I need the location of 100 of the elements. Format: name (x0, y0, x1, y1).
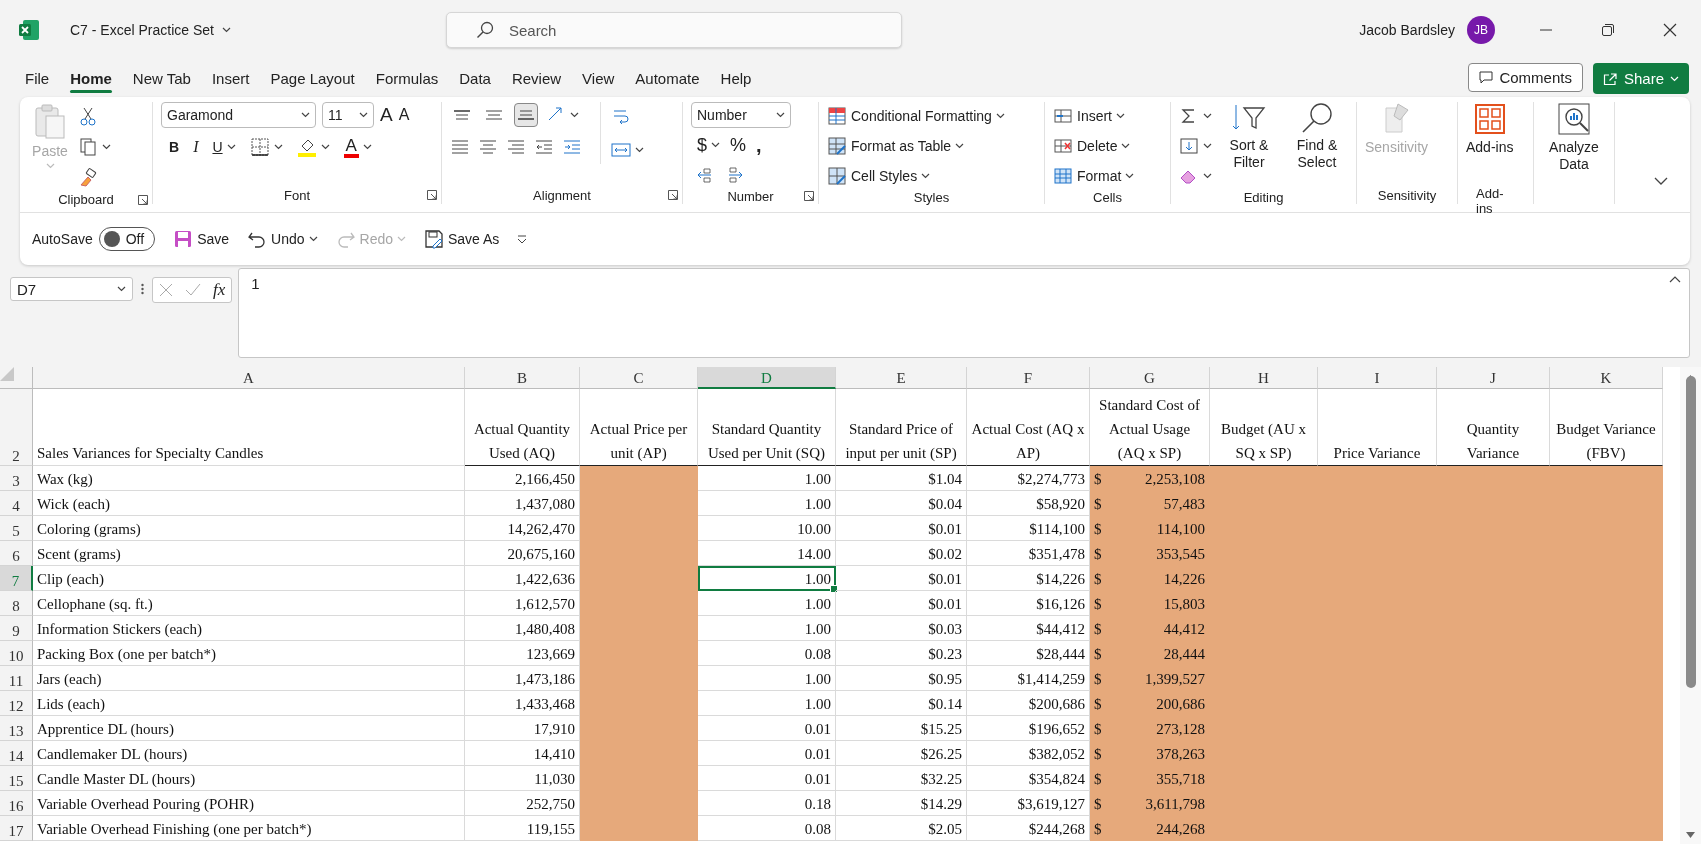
row-header[interactable]: 7 (0, 566, 33, 591)
column-header[interactable]: K (1550, 367, 1663, 389)
ribbon-tab[interactable]: View (582, 64, 615, 93)
ribbon-tab[interactable]: Home (70, 64, 112, 93)
column-header[interactable]: F (967, 367, 1090, 389)
shrink-font-button[interactable]: A (398, 101, 410, 129)
cell-value: 28,444 (1163, 645, 1205, 664)
ribbon-tab[interactable]: Help (720, 64, 752, 93)
user-avatar[interactable]: JB (1467, 16, 1495, 44)
row-header[interactable]: 6 (0, 541, 33, 566)
ribbon-tab[interactable]: File (25, 64, 50, 93)
currency-sign: $ (1094, 695, 1102, 714)
number-format-field[interactable]: Number (691, 102, 791, 128)
row-header[interactable]: 2 (0, 389, 33, 466)
search-field[interactable]: Search (445, 12, 902, 48)
italic-button[interactable]: I (193, 138, 199, 156)
collapse-icon[interactable] (1669, 275, 1681, 283)
vertical-align-button[interactable] (514, 103, 538, 127)
currency-sign: $ (1094, 770, 1102, 789)
comma-style-button[interactable]: , (756, 133, 762, 157)
column-heading: Actual Cost (AQ x AP) (967, 389, 1090, 466)
row-header[interactable]: 13 (0, 716, 33, 741)
dialog-launcher-icon[interactable] (427, 190, 437, 200)
ribbon-tab[interactable]: Formulas (375, 64, 439, 93)
ribbon-tab[interactable]: Page Layout (270, 64, 355, 93)
analyze-data-button[interactable]: Analyze Data (1542, 102, 1606, 173)
bold-button[interactable]: B (169, 139, 180, 155)
column-header[interactable]: B (465, 367, 580, 389)
underline-button[interactable]: U (212, 133, 236, 161)
row-header[interactable]: 8 (0, 591, 33, 616)
percent-button[interactable]: % (730, 134, 747, 156)
customize-toolbar-icon[interactable] (517, 234, 528, 244)
table-cell: 1,473,186 (465, 666, 580, 691)
share-button[interactable]: Share (1592, 63, 1689, 94)
sort-filter-button[interactable]: Sort & Filter (1218, 102, 1280, 171)
scrollbar-thumb[interactable] (1685, 375, 1696, 688)
cells-menu-button[interactable]: Insert (1053, 102, 1135, 130)
autosave-label: AutoSave (32, 231, 93, 247)
currency-button[interactable]: $ (697, 131, 720, 159)
row-header[interactable]: 9 (0, 616, 33, 641)
ribbon-tab[interactable]: Data (459, 64, 491, 93)
ribbon-tab[interactable]: New Tab (132, 64, 191, 93)
caret-icon (1116, 113, 1125, 119)
formula-field[interactable]: 1 (238, 268, 1690, 358)
cells-menu-button[interactable]: Delete (1053, 132, 1135, 160)
cell-value: 378,263 (1156, 745, 1205, 764)
row-header[interactable]: 16 (0, 791, 33, 816)
row-header[interactable]: 14 (0, 741, 33, 766)
column-header[interactable]: H (1210, 367, 1318, 389)
add-ins-button[interactable]: Add-ins (1466, 102, 1514, 156)
column-header[interactable]: I (1318, 367, 1437, 389)
save-button[interactable]: Save (173, 229, 230, 249)
save-as-button[interactable]: Save As (424, 229, 500, 249)
row-header[interactable]: 11 (0, 666, 33, 691)
font-size-field[interactable]: 11 (322, 102, 374, 128)
table-cell: Candle Master DL (hours) (33, 766, 465, 791)
column-header[interactable]: G (1090, 367, 1210, 389)
column-header[interactable]: C (580, 367, 698, 389)
dialog-launcher-icon[interactable] (138, 194, 148, 205)
comments-button[interactable]: Comments (1468, 63, 1583, 92)
ribbon-tab[interactable]: Insert (211, 64, 250, 93)
scroll-down-icon[interactable] (1686, 832, 1695, 838)
currency-sign: $ (1094, 820, 1102, 839)
column-header[interactable]: J (1437, 367, 1550, 389)
dialog-launcher-icon[interactable] (668, 190, 678, 200)
close-icon[interactable] (1663, 23, 1677, 37)
insert-function-button[interactable]: fx (213, 280, 226, 300)
row-header[interactable]: 15 (0, 766, 33, 791)
currency-sign: $ (1094, 570, 1102, 589)
row-header[interactable]: 10 (0, 641, 33, 666)
font-name-field[interactable]: Garamond (161, 102, 316, 128)
dialog-launcher-icon[interactable] (804, 191, 814, 201)
align-center-icon (478, 137, 498, 157)
styles-menu-button[interactable]: Format as Table (827, 132, 1005, 160)
collapse-ribbon-icon[interactable] (1654, 177, 1668, 186)
restore-icon[interactable] (1601, 23, 1615, 37)
column-header[interactable]: D (698, 367, 836, 389)
ribbon-tab[interactable]: Automate (635, 64, 700, 93)
find-select-button[interactable]: Find & Select (1286, 102, 1348, 171)
grow-font-button[interactable]: A (380, 101, 393, 129)
name-box[interactable]: D7 (10, 277, 133, 301)
styles-menu-button[interactable]: Cell Styles (827, 162, 1005, 190)
check-icon[interactable] (185, 283, 201, 297)
table-cell: Lids (each) (33, 691, 465, 716)
column-header[interactable]: E (836, 367, 967, 389)
column-header[interactable]: A (33, 367, 465, 389)
caret-icon (45, 163, 55, 169)
cells-menu-button[interactable]: Format (1053, 162, 1135, 190)
row-header[interactable]: 3 (0, 466, 33, 491)
row-header[interactable]: 5 (0, 516, 33, 541)
font-color-button[interactable]: A (343, 133, 372, 161)
ribbon-tab[interactable]: Review (511, 64, 562, 93)
column-heading: Sales Variances for Specialty Candles (33, 389, 465, 466)
undo-button[interactable]: Undo (247, 229, 318, 249)
row-header[interactable]: 4 (0, 491, 33, 516)
row-header[interactable]: 12 (0, 691, 33, 716)
currency-sign: $ (1094, 595, 1102, 614)
styles-menu-button[interactable]: Conditional Formatting (827, 102, 1005, 130)
row-header[interactable]: 17 (0, 816, 33, 841)
table-cell: $0.14 (836, 691, 967, 716)
